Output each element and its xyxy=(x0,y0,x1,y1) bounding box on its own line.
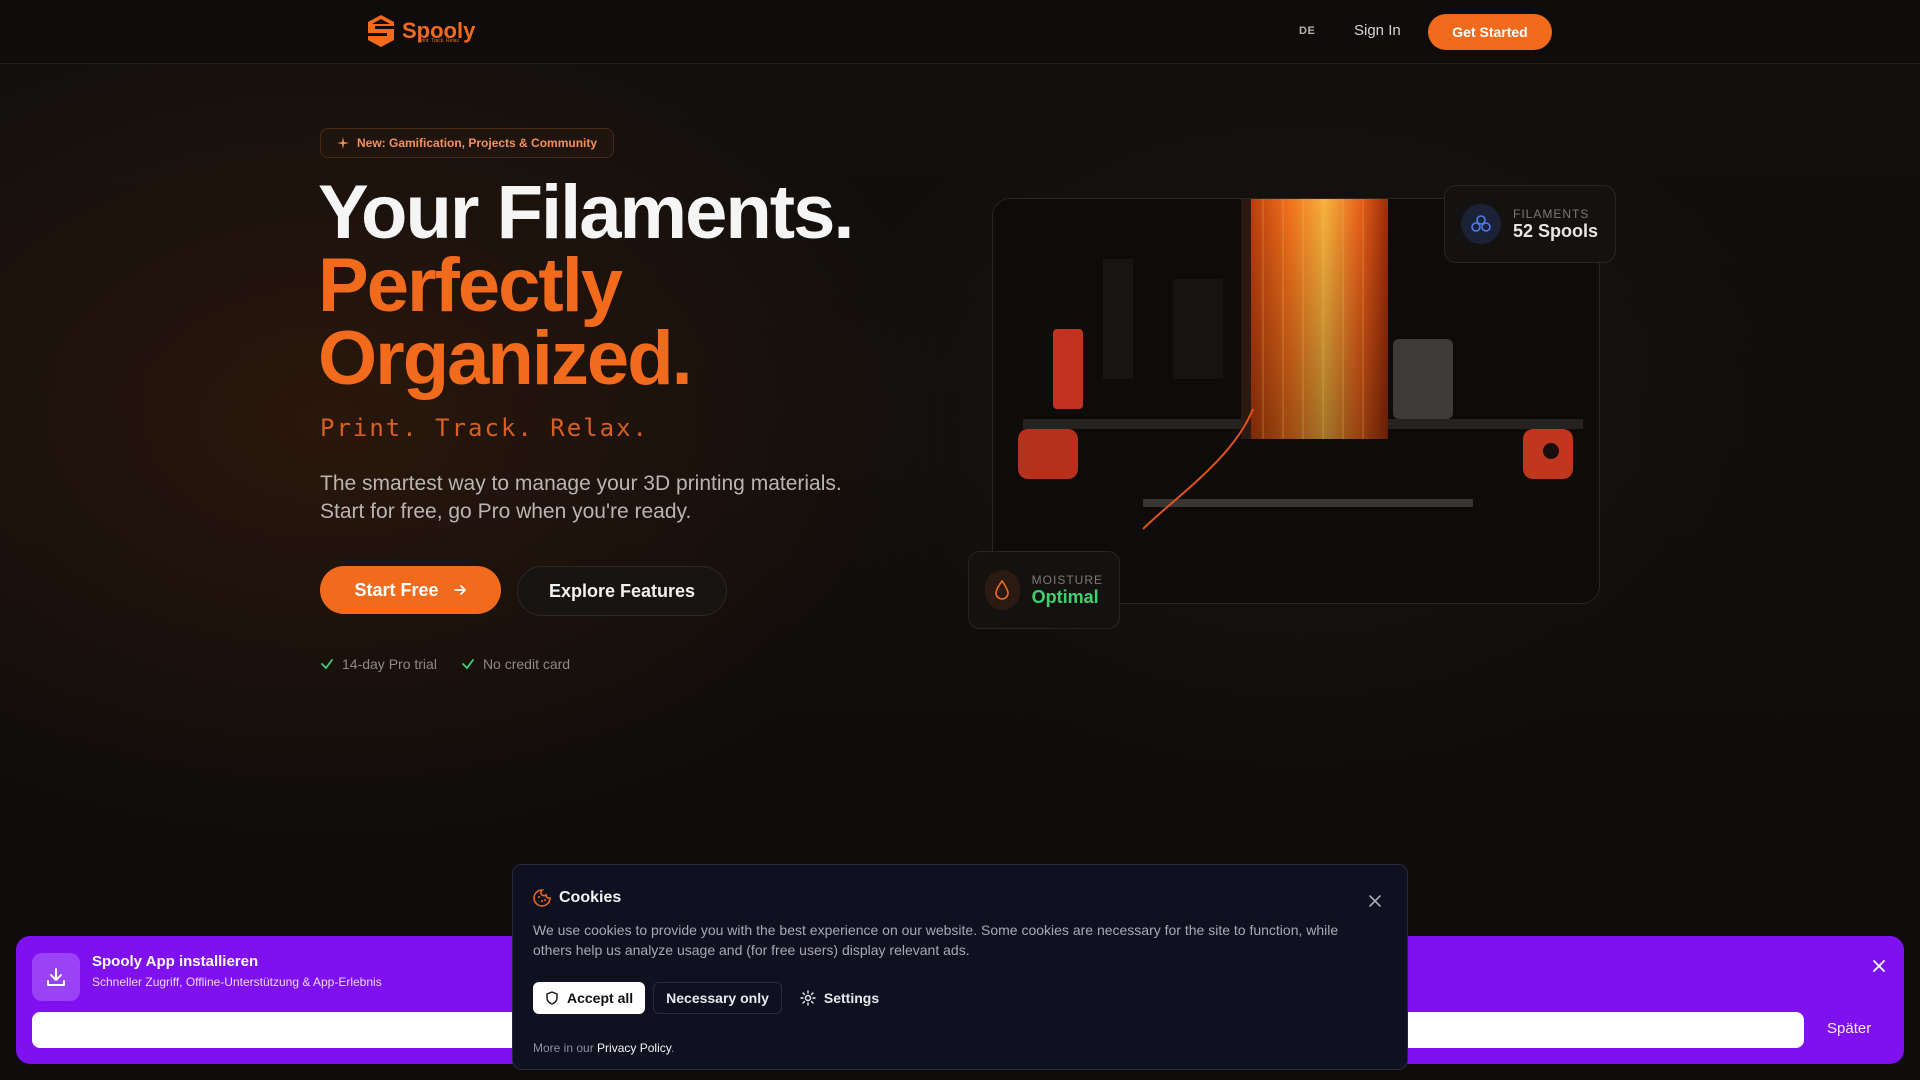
hero-heading: Your Filaments. Perfectly Organized. xyxy=(318,170,854,401)
moisture-stat-text: MOISTURE Optimal xyxy=(1032,573,1103,608)
description-line-1: The smartest way to manage your 3D print… xyxy=(320,472,842,495)
language-switch[interactable]: DE xyxy=(1299,25,1315,37)
privacy-policy-link[interactable]: Privacy Policy xyxy=(597,1041,671,1055)
check-item: No credit card xyxy=(461,656,570,672)
close-icon[interactable] xyxy=(1871,958,1887,974)
cookie-settings-button[interactable]: Settings xyxy=(790,982,889,1014)
announcement-badge[interactable]: New: Gamification, Projects & Community xyxy=(320,128,615,158)
shield-icon xyxy=(546,991,558,1005)
later-button[interactable]: Später xyxy=(1827,1020,1871,1037)
logo-icon xyxy=(368,15,394,47)
droplet-icon xyxy=(985,570,1020,610)
heading-line-3: Organized. xyxy=(318,316,693,401)
necessary-only-button[interactable]: Necessary only xyxy=(653,982,782,1014)
check-item: 14-day Pro trial xyxy=(320,656,437,672)
start-free-label: Start Free xyxy=(354,579,439,600)
check-label: 14-day Pro trial xyxy=(342,656,437,672)
install-title: Spooly App installieren xyxy=(92,953,259,970)
cookie-icon xyxy=(533,889,551,907)
cookie-header: Cookies xyxy=(533,889,621,907)
accept-all-label: Accept all xyxy=(567,990,634,1006)
hero-description: The smartest way to manage your 3D print… xyxy=(320,470,842,526)
cookie-dialog: Cookies We use cookies to provide you wi… xyxy=(512,864,1408,1070)
logo-tagline: Print. Track. Relax. xyxy=(418,38,461,44)
filaments-stat-card: FILAMENTS 52 Spools xyxy=(1444,185,1616,263)
heading-line-2: Perfectly xyxy=(318,243,623,328)
more-suffix: . xyxy=(670,1041,675,1055)
close-icon[interactable] xyxy=(1367,893,1383,909)
cookie-more-text: More in our Privacy Policy. xyxy=(533,1041,674,1055)
download-icon xyxy=(32,953,80,1001)
spools-icon xyxy=(1461,204,1501,244)
moisture-value: Optimal xyxy=(1031,586,1099,607)
filaments-value: 52 Spools xyxy=(1513,220,1599,241)
gear-icon xyxy=(800,990,816,1006)
more-prefix: More in our xyxy=(533,1041,594,1055)
sparkle-icon xyxy=(337,137,349,149)
logo[interactable]: Spooly Print. Track. Relax. xyxy=(366,14,475,48)
arrow-right-icon xyxy=(453,585,466,595)
top-nav: Spooly Print. Track. Relax. DE Sign In G… xyxy=(0,0,1920,64)
check-icon xyxy=(321,659,333,670)
check-label: No credit card xyxy=(482,656,571,672)
hero-checks: 14-day Pro trial No credit card xyxy=(320,656,570,672)
hero-tagline: Print. Track. Relax. xyxy=(320,414,649,442)
cookie-title: Cookies xyxy=(559,889,622,906)
badge-text: New: Gamification, Projects & Community xyxy=(357,136,598,150)
cookie-actions: Accept all Necessary only Settings xyxy=(533,982,889,1014)
explore-features-button[interactable]: Explore Features xyxy=(517,566,727,616)
get-started-button[interactable]: Get Started xyxy=(1428,14,1552,50)
filaments-stat-text: FILAMENTS 52 Spools xyxy=(1513,207,1598,242)
heading-line-1: Your Filaments. xyxy=(318,170,854,255)
install-subtitle: Schneller Zugriff, Offline-Unterstützung… xyxy=(92,975,382,989)
cookie-text: We use cookies to provide you with the b… xyxy=(533,922,1339,958)
accept-all-button[interactable]: Accept all xyxy=(533,982,646,1014)
moisture-label: MOISTURE xyxy=(1031,572,1103,587)
moisture-stat-card: MOISTURE Optimal xyxy=(968,551,1120,629)
description-line-2: Start for free, go Pro when you're ready… xyxy=(320,500,692,523)
check-icon xyxy=(462,659,474,670)
filaments-label: FILAMENTS xyxy=(1513,206,1590,221)
settings-label: Settings xyxy=(823,990,880,1006)
sign-in-link[interactable]: Sign In xyxy=(1354,22,1401,39)
start-free-button[interactable]: Start Free xyxy=(320,566,501,614)
